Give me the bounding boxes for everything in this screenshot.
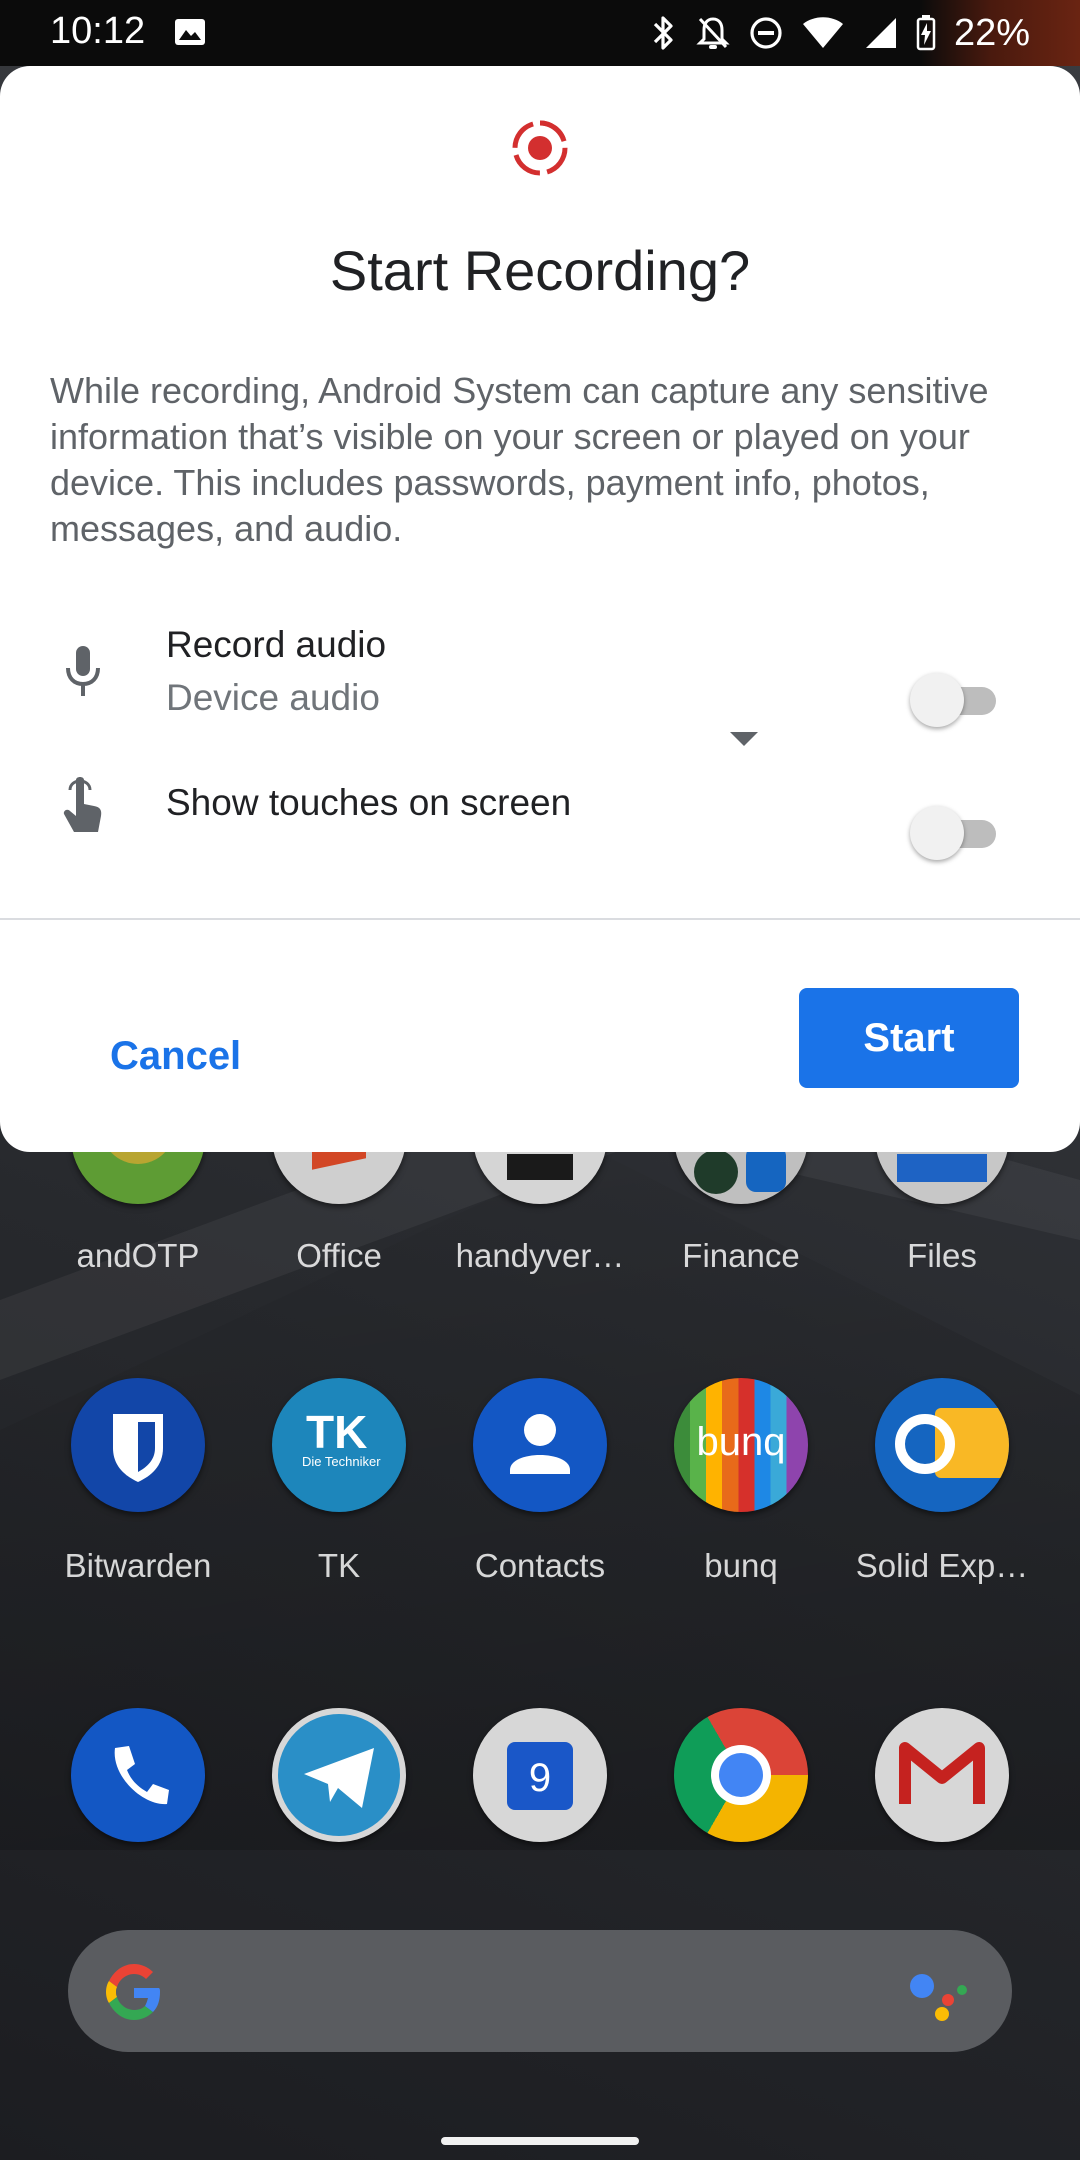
signal-icon xyxy=(865,18,896,48)
app-label: Contacts xyxy=(474,1547,606,1584)
chrome-icon[interactable] xyxy=(674,1708,808,1842)
app-label: Files xyxy=(907,1237,977,1274)
battery-charging-icon xyxy=(916,15,936,51)
app-label: Finance xyxy=(682,1237,800,1274)
screen-record-icon xyxy=(512,120,568,176)
status-bar: 10:12 22% xyxy=(0,0,1080,66)
envelope-icon xyxy=(899,1742,985,1804)
touch-icon xyxy=(63,777,102,832)
solid-explorer-icon[interactable] xyxy=(875,1378,1009,1512)
person-icon xyxy=(510,1414,570,1474)
show-touches-label: Show touches on screen xyxy=(166,782,572,823)
status-icons: 22% xyxy=(650,10,1030,56)
telegram-icon[interactable] xyxy=(272,1708,406,1842)
paper-plane-icon xyxy=(304,1748,374,1808)
google-search-bar[interactable] xyxy=(68,1930,1012,2052)
gmail-icon[interactable] xyxy=(875,1708,1009,1842)
toggle-thumb xyxy=(910,673,964,727)
svg-text:TK: TK xyxy=(306,1406,367,1458)
image-icon xyxy=(175,19,205,45)
dialog-title: Start Recording? xyxy=(329,239,751,302)
app-label: bunq xyxy=(704,1547,778,1584)
do-not-disturb-icon xyxy=(750,17,782,49)
bunq-logo-text: bunq xyxy=(696,1420,786,1464)
bunq-icon[interactable]: bunq xyxy=(674,1378,808,1512)
dialog-description: While recording, Android System can capt… xyxy=(50,370,989,549)
cancel-button[interactable]: Cancel xyxy=(80,1020,271,1093)
app-label: Bitwarden xyxy=(64,1547,212,1584)
record-audio-label: Record audio xyxy=(166,624,387,665)
calendar-icon[interactable]: 9 xyxy=(473,1708,607,1842)
app-label: andOTP xyxy=(76,1237,200,1274)
phone-icon[interactable] xyxy=(71,1708,205,1842)
bitwarden-icon[interactable] xyxy=(71,1378,205,1512)
show-touches-toggle[interactable] xyxy=(910,804,1000,862)
start-button[interactable]: Start xyxy=(799,988,1019,1088)
divider xyxy=(0,918,1080,920)
battery-percent: 22% xyxy=(953,11,1030,54)
bluetooth-icon xyxy=(653,16,673,50)
app-label: Office xyxy=(296,1237,382,1274)
phone-handset-icon xyxy=(114,1746,169,1805)
tk-text: Die Techniker xyxy=(302,1454,381,1469)
notifications-off-icon xyxy=(696,17,730,49)
status-time: 10:12 xyxy=(50,10,146,52)
app-label: Solid Exp… xyxy=(855,1547,1029,1584)
app-label: TK xyxy=(317,1547,361,1584)
contacts-icon[interactable] xyxy=(473,1378,607,1512)
audio-source-value[interactable]: Device audio xyxy=(166,677,380,719)
navigation-handle[interactable] xyxy=(441,2137,639,2145)
record-audio-toggle[interactable] xyxy=(910,671,1000,729)
shield-icon xyxy=(113,1414,163,1482)
wifi-icon xyxy=(802,17,843,48)
assistant-icon xyxy=(910,1974,967,2021)
google-icon xyxy=(106,1964,160,2020)
app-label: handyver… xyxy=(455,1237,625,1274)
toggle-thumb xyxy=(910,806,964,860)
dropdown-arrow-icon[interactable] xyxy=(728,730,760,748)
calendar-day: 9 xyxy=(528,1756,552,1800)
microphone-icon xyxy=(66,646,100,696)
tk-logo-icon: TK Die Techniker xyxy=(302,1406,381,1469)
tk-icon[interactable]: TK Die Techniker xyxy=(272,1378,406,1512)
